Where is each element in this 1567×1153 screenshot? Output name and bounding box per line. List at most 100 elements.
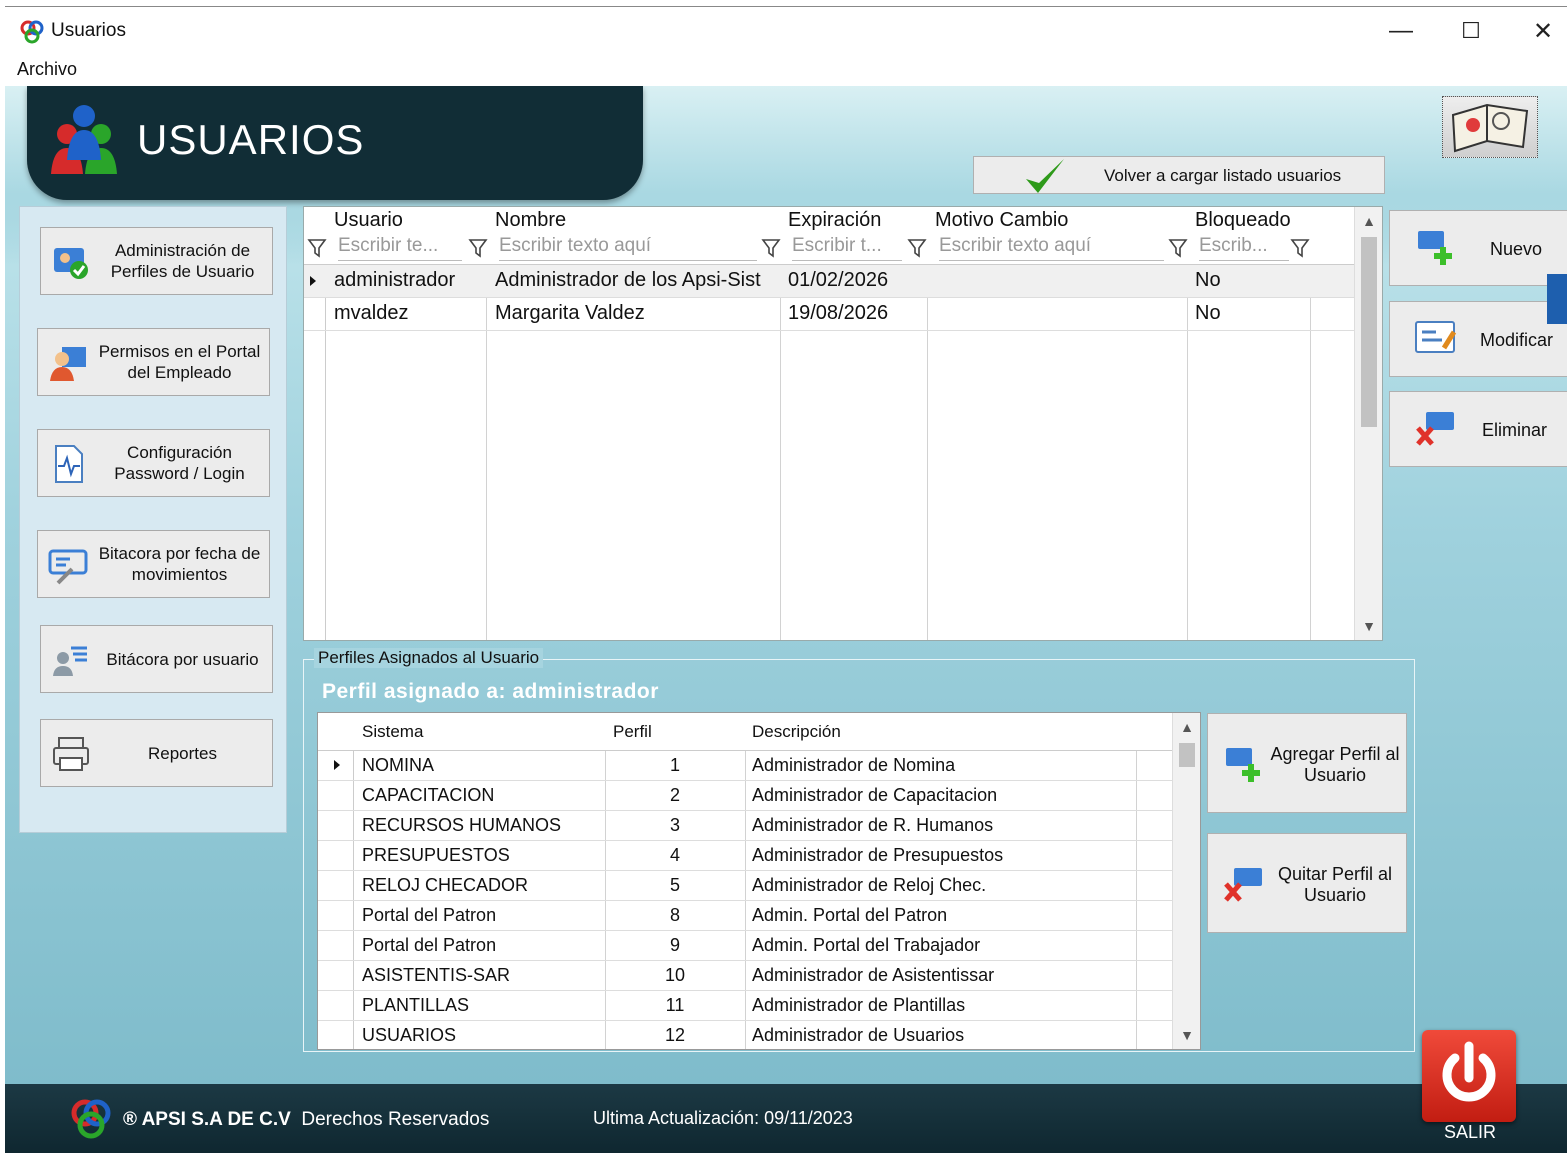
- nav-reportes-button[interactable]: Reportes: [40, 719, 273, 787]
- cell-perfil: 5: [669, 875, 680, 895]
- cell-perfil: 8: [669, 905, 680, 925]
- reload-users-button[interactable]: Volver a cargar listado usuarios: [973, 156, 1385, 194]
- table-row[interactable]: administrador Administrador de los Apsi-…: [304, 265, 1354, 298]
- col-header-perfil[interactable]: Perfil: [613, 722, 652, 742]
- book-icon: [1451, 103, 1529, 153]
- filter-bloqueado-input[interactable]: Escrib...: [1199, 235, 1289, 261]
- cell-sistema: RELOJ CHECADOR: [362, 875, 529, 895]
- users-table[interactable]: Usuario Nombre Expiración Motivo Cambio …: [303, 206, 1383, 641]
- nav-permisos-portal-button[interactable]: Permisos en el Portal del Empleado: [37, 328, 270, 396]
- app-logo-icon: [20, 20, 44, 44]
- salir-button[interactable]: [1422, 1030, 1516, 1122]
- cell-sistema: RECURSOS HUMANOS: [362, 815, 562, 835]
- table-row[interactable]: CAPACITACION 2 Administrador de Capacitaci…: [318, 781, 1172, 811]
- filter-icon[interactable]: [761, 237, 781, 259]
- filter-icon[interactable]: [1168, 237, 1188, 259]
- table-row[interactable]: mvaldez Margarita Valdez 19/08/2026 No: [304, 298, 1354, 331]
- help-book-icon[interactable]: [1442, 96, 1538, 158]
- scrollbar-thumb[interactable]: [1361, 237, 1377, 427]
- scroll-down-icon[interactable]: ▼: [1355, 618, 1382, 634]
- delete-user-icon: [1416, 412, 1454, 446]
- minimize-button[interactable]: —: [1371, 13, 1431, 49]
- cell-perfil: 9: [669, 935, 680, 955]
- quitar-perfil-label: Quitar Perfil al Usuario: [1277, 864, 1393, 905]
- filter-nombre-input[interactable]: Escribir texto aquí: [499, 235, 757, 261]
- nuevo-label: Nuevo: [1490, 239, 1543, 259]
- profiles-table-scrollbar[interactable]: ▲ ▼: [1172, 713, 1200, 1049]
- filter-expiracion-input[interactable]: Escribir t...: [792, 235, 902, 261]
- table-row[interactable]: RECURSOS HUMANOS 3 Administrador de R. Hum…: [318, 811, 1172, 841]
- cell-sistema: NOMINA: [362, 755, 434, 775]
- table-row[interactable]: Portal del Patron 8 Admin. Portal del Patr…: [318, 901, 1172, 931]
- filter-usuario-input[interactable]: Escribir te...: [338, 235, 462, 261]
- close-button[interactable]: ✕: [1513, 13, 1567, 49]
- apsi-logo-icon: [71, 1099, 111, 1139]
- menu-bar: Archivo: [5, 52, 1567, 86]
- cell-perfil: 1: [669, 755, 680, 775]
- filter-icon[interactable]: [468, 237, 488, 259]
- agregar-perfil-button[interactable]: Agregar Perfil al Usuario: [1207, 713, 1407, 813]
- users-group-icon: [51, 105, 117, 174]
- reload-users-label: Volver a cargar listado usuarios: [1104, 166, 1342, 185]
- remove-profile-icon: [1224, 868, 1262, 902]
- col-header-usuario[interactable]: Usuario: [334, 209, 403, 232]
- cell-usuario: administrador: [334, 269, 456, 291]
- cell-sistema: PLANTILLAS: [362, 995, 470, 1015]
- printer-icon: [53, 737, 89, 771]
- users-table-header: Usuario Nombre Expiración Motivo Cambio …: [304, 207, 1354, 265]
- title-bar: Usuarios — ☐ ✕: [5, 6, 1567, 52]
- table-row[interactable]: PLANTILLAS 11 Administrador de Plantillas: [318, 991, 1172, 1021]
- cell-nombre: Margarita Valdez: [495, 302, 645, 324]
- cell-sistema: ASISTENTIS-SAR: [362, 965, 511, 985]
- header-banner: USUARIOS: [27, 86, 643, 200]
- col-header-nombre[interactable]: Nombre: [495, 209, 566, 232]
- cell-perfil: 12: [664, 1025, 686, 1045]
- table-row[interactable]: Portal del Patron 9 Admin. Portal del Trab…: [318, 931, 1172, 961]
- scrollbar-thumb[interactable]: [1179, 743, 1195, 767]
- scroll-down-icon[interactable]: ▼: [1173, 1027, 1200, 1043]
- nav-config-password-button[interactable]: Configuración Password / Login: [37, 429, 270, 497]
- nav-bitacora-fecha-button[interactable]: Bitacora por fecha de movimientos: [37, 530, 270, 598]
- cell-descripcion: Admin. Portal del Patron: [752, 905, 948, 925]
- table-row[interactable]: USUARIOS 12 Administrador de Usuarios: [318, 1021, 1172, 1049]
- scroll-up-icon[interactable]: ▲: [1355, 213, 1382, 229]
- filter-icon[interactable]: [1290, 237, 1310, 259]
- users-table-scrollbar[interactable]: ▲ ▼: [1354, 207, 1382, 640]
- left-nav-panel: Administración de Perfiles de Usuario Pe…: [19, 206, 287, 833]
- nuevo-button[interactable]: Nuevo: [1389, 210, 1567, 286]
- eliminar-label: Eliminar: [1482, 420, 1548, 440]
- cell-descripcion: Administrador de R. Humanos: [752, 815, 994, 835]
- filter-motivo-input[interactable]: Escribir texto aquí: [939, 235, 1164, 261]
- table-row[interactable]: ASISTENTIS-SAR 10 Administrador de Asisten…: [318, 961, 1172, 991]
- nav-bitacora-usuario-button[interactable]: Bitácora por usuario: [40, 625, 273, 693]
- agregar-perfil-label: Agregar Perfil al Usuario: [1270, 744, 1400, 785]
- filter-icon[interactable]: [307, 237, 327, 259]
- table-row[interactable]: RELOJ CHECADOR 5 Administrador de Reloj Ch…: [318, 871, 1172, 901]
- nav-admin-perfiles-button[interactable]: Administración de Perfiles de Usuario: [40, 227, 273, 295]
- password-config-icon: [55, 445, 83, 483]
- edit-user-icon: [1415, 321, 1457, 353]
- eliminar-button[interactable]: Eliminar: [1389, 391, 1567, 467]
- col-header-descripcion[interactable]: Descripción: [752, 722, 841, 742]
- scroll-up-icon[interactable]: ▲: [1173, 719, 1200, 735]
- footer-bar: ® APSI S.A DE C.V Derechos Reservados Ul…: [5, 1084, 1567, 1153]
- nav-reportes-label: Reportes: [148, 743, 217, 763]
- filter-icon[interactable]: [907, 237, 927, 259]
- cell-usuario: mvaldez: [334, 302, 409, 324]
- modificar-button[interactable]: Modificar: [1389, 301, 1567, 377]
- last-update-text: Ultima Actualización: 09/11/2023: [593, 1108, 853, 1128]
- col-header-motivo[interactable]: Motivo Cambio: [935, 209, 1068, 232]
- log-by-date-icon: [48, 549, 88, 585]
- nav-bitacora-fecha-label: Bitacora por fecha de movimientos: [98, 544, 261, 584]
- quitar-perfil-button[interactable]: Quitar Perfil al Usuario: [1207, 833, 1407, 933]
- maximize-button[interactable]: ☐: [1441, 13, 1501, 49]
- col-header-expiracion[interactable]: Expiración: [788, 209, 881, 232]
- table-row[interactable]: NOMINA 1 Administrador de Nomina: [318, 751, 1172, 781]
- table-row[interactable]: PRESUPUESTOS 4 Administrador de Presupuest…: [318, 841, 1172, 871]
- cell-sistema: CAPACITACION: [362, 785, 495, 805]
- power-icon: [1442, 1041, 1496, 1102]
- col-header-sistema[interactable]: Sistema: [362, 722, 423, 742]
- profiles-table[interactable]: Sistema Perfil Descripción NOMINA 1 Admini…: [317, 712, 1201, 1050]
- menu-archivo[interactable]: Archivo: [17, 59, 77, 80]
- col-header-bloqueado[interactable]: Bloqueado: [1195, 209, 1291, 232]
